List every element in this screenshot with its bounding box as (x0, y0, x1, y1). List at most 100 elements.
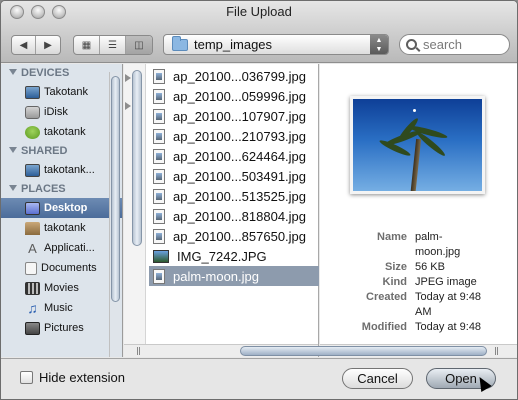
meta-key: Name (377, 231, 407, 243)
file-row[interactable]: ap_20100...503491.jpg (149, 166, 319, 186)
preview-pane: Name palm- moon.jpg Size 56 KB Kind JPEG imag… (240, 64, 517, 357)
meta-key: Kind (382, 276, 407, 288)
sidebar-item[interactable]: Takotank (1, 82, 122, 102)
sidebar: DEVICES Takotank iDisk takotank SHARED takota… (1, 64, 123, 357)
sidebar-section-devices[interactable]: DEVICES (1, 64, 122, 82)
meta-key: Size (384, 261, 407, 273)
sidebar-item[interactable]: A Applicati... (1, 238, 122, 258)
meta-value: palm- moon.jpg (415, 231, 461, 258)
preview-image (350, 96, 485, 194)
movies-icon (25, 281, 40, 295)
jpeg-file-icon (153, 108, 165, 124)
sidebar-section-shared[interactable]: SHARED (1, 142, 122, 160)
preview-hscroll[interactable] (240, 344, 517, 357)
preview-metadata: Name palm- moon.jpg Size 56 KB Kind JPEG imag… (320, 230, 517, 335)
applications-icon: A (28, 240, 37, 256)
file-name: ap_20100...503491.jpg (173, 168, 307, 184)
chevron-left-icon[interactable]: ◀ (12, 36, 36, 54)
column-view-icon[interactable]: ◫ (126, 36, 152, 54)
jpeg-file-icon (153, 88, 165, 104)
cancel-button[interactable]: Cancel (342, 368, 413, 389)
sidebar-item[interactable]: Movies (1, 278, 122, 298)
meta-value: Today at 9:48 (415, 321, 482, 333)
sidebar-item-label: takotank... (44, 164, 95, 176)
dialog-footer: Hide extension Cancel Open (1, 358, 517, 399)
sidebar-section-places[interactable]: PLACES (1, 180, 122, 198)
file-row[interactable]: ap_20100...513525.jpg (149, 186, 319, 206)
updown-arrows-icon: ▲ ▼ (370, 35, 388, 54)
file-name: ap_20100...059996.jpg (173, 88, 307, 104)
meta-row: Kind JPEG image (320, 275, 517, 290)
search-placeholder: search (423, 37, 463, 52)
meta-key: Created (366, 291, 407, 303)
icon-view-icon[interactable]: ▦ (74, 36, 100, 54)
file-row[interactable]: ap_20100...036799.jpg (149, 66, 319, 86)
sidebar-item[interactable]: Pictures (1, 318, 122, 338)
network-computer-icon (25, 163, 40, 177)
file-row[interactable]: ap_20100...059996.jpg (149, 86, 319, 106)
sidebar-item[interactable]: Desktop (1, 198, 122, 218)
sidebar-item-label: iDisk (44, 106, 68, 118)
file-column-scroll-thumb[interactable] (132, 70, 142, 246)
file-name: palm-moon.jpg (173, 268, 259, 284)
jpeg-file-icon (153, 228, 165, 244)
view-mode-control: ▦ ☰ ◫ (73, 35, 153, 55)
file-row[interactable]: ap_20100...107907.jpg (149, 106, 319, 126)
meta-value: JPEG image (415, 276, 477, 288)
sidebar-scrollbar[interactable] (109, 72, 120, 357)
preview-scroll-thumb[interactable] (240, 346, 487, 356)
chevron-right-icon[interactable]: ▶ (36, 36, 60, 54)
sidebar-item-label: Music (44, 302, 73, 314)
folder-icon (172, 35, 188, 51)
path-popup[interactable]: temp_images ▲ ▼ (163, 34, 389, 55)
home-icon (25, 221, 40, 235)
disclosure-triangle-icon[interactable] (9, 147, 17, 153)
sidebar-item[interactable]: takotank (1, 218, 122, 238)
hide-extension-label[interactable]: Hide extension (39, 370, 125, 385)
jpeg-file-icon (153, 268, 165, 284)
list-view-icon[interactable]: ☰ (100, 36, 126, 54)
file-row[interactable]: ap_20100...210793.jpg (149, 126, 319, 146)
back-forward-control: ◀ ▶ (11, 35, 61, 55)
search-icon (406, 39, 417, 50)
sidebar-scroll-thumb[interactable] (111, 76, 120, 302)
meta-row: Name palm- moon.jpg (320, 230, 517, 260)
search-field[interactable]: search (399, 34, 510, 55)
sidebar-item[interactable]: takotank... (1, 160, 122, 180)
file-list: ap_20100...036799.jpg ap_20100...059996.j… (149, 66, 319, 286)
sidebar-item-label: Movies (44, 282, 79, 294)
jpeg-file-icon (153, 68, 165, 84)
disclosure-triangle-icon[interactable] (9, 69, 17, 75)
documents-icon (25, 261, 37, 275)
jpeg-file-icon (153, 128, 165, 144)
file-name: IMG_7242.JPG (177, 248, 267, 264)
hide-extension-checkbox[interactable] (20, 371, 33, 384)
meta-value: 56 KB (415, 261, 445, 273)
sidebar-item[interactable]: Documents (1, 258, 122, 278)
pictures-icon (25, 321, 40, 335)
sidebar-item[interactable]: takotank (1, 122, 122, 142)
file-row[interactable]: IMG_7242.JPG (149, 246, 319, 266)
sidebar-item-label: Applicati... (44, 242, 95, 254)
file-column-scrollbar[interactable] (124, 64, 146, 344)
file-row[interactable]: ap_20100...857650.jpg (149, 226, 319, 246)
file-row[interactable]: ap_20100...624464.jpg (149, 146, 319, 166)
file-name: ap_20100...513525.jpg (173, 188, 307, 204)
sidebar-item[interactable]: iDisk (1, 102, 122, 122)
music-icon: ♫ (27, 299, 38, 316)
file-row[interactable]: palm-moon.jpg (149, 266, 319, 286)
file-upload-dialog: File Upload ◀ ▶ ▦ ☰ ◫ temp_images ▲ ▼ sea… (0, 0, 518, 400)
file-name: ap_20100...107907.jpg (173, 108, 307, 124)
computer-icon (25, 85, 40, 99)
meta-value: Today at 9:48 AM (415, 291, 482, 318)
disclosure-triangle-icon[interactable] (9, 185, 17, 191)
file-row[interactable]: ap_20100...818804.jpg (149, 206, 319, 226)
jpeg-file-icon (153, 208, 165, 224)
idisk-icon (25, 105, 40, 119)
file-name: ap_20100...624464.jpg (173, 148, 307, 164)
file-name: ap_20100...036799.jpg (173, 68, 307, 84)
meta-key: Modified (361, 321, 407, 333)
file-column: ap_20100...036799.jpg ap_20100...059996.j… (124, 64, 319, 357)
image-thumbnail-icon (153, 249, 169, 263)
sidebar-item[interactable]: ♫ Music (1, 298, 122, 318)
